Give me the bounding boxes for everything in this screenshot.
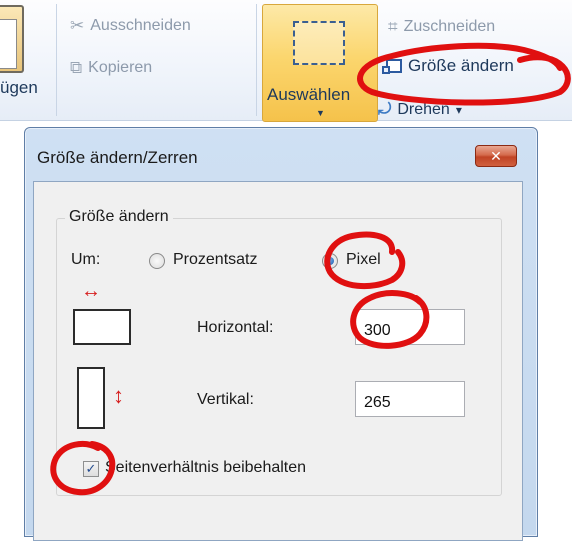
select-button[interactable]: Auswählen ▼ [262, 4, 378, 122]
copy-icon: ⧉ [70, 58, 83, 77]
resize-groupbox: Größe ändern Um: Prozentsatz Pixel ↔ Hor… [56, 208, 502, 496]
vertical-arrow-icon: ↕ [113, 383, 124, 408]
selection-rectangle-icon [293, 21, 345, 65]
copy-button[interactable]: ⧉ Kopieren [70, 58, 152, 78]
resize-label: Größe ändern [408, 56, 514, 75]
ribbon-toolbar: ügen ✂ Ausschneiden ⧉ Kopieren Auswählen… [0, 0, 572, 122]
resize-icon [382, 59, 402, 74]
groupbox-title: Größe ändern [65, 208, 173, 226]
scissors-icon: ✂ [70, 16, 85, 35]
crop-button[interactable]: ⌗ Zuschneiden [388, 17, 495, 37]
ribbon-separator [56, 4, 57, 116]
horizontal-label: Horizontal: [197, 319, 274, 336]
vertical-size-icon [77, 367, 105, 429]
resize-dialog: Größe ändern/Zerren ✕ Größe ändern Um: P… [24, 127, 538, 541]
horizontal-arrow-icon: ↔ [81, 280, 101, 302]
close-button[interactable]: ✕ [475, 145, 517, 167]
aspect-ratio-checkbox[interactable]: ✓ [83, 461, 99, 477]
dialog-title: Größe ändern/Zerren [37, 148, 198, 167]
rotate-label: Drehen [397, 101, 450, 118]
chevron-down-icon: ▾ [455, 103, 462, 117]
dialog-client-area: Größe ändern Um: Prozentsatz Pixel ↔ Hor… [33, 181, 523, 541]
radio-percent-label[interactable]: Prozentsatz [173, 251, 257, 269]
radio-pixel[interactable] [322, 253, 338, 269]
aspect-ratio-label[interactable]: Seitenverhältnis beibehalten [105, 459, 306, 477]
radio-percent[interactable] [149, 253, 165, 269]
rotate-button[interactable]: ⤾ Drehen ▾ [378, 101, 462, 119]
cut-button[interactable]: ✂ Ausschneiden [70, 16, 191, 36]
unit-label: Um: [71, 251, 101, 268]
radio-pixel-label[interactable]: Pixel [346, 251, 381, 269]
vertical-input[interactable] [355, 381, 465, 417]
horizontal-input[interactable] [355, 309, 465, 345]
paste-button-label[interactable]: ügen [0, 78, 38, 98]
copy-label: Kopieren [88, 59, 153, 76]
horizontal-size-icon [73, 309, 131, 345]
crop-icon: ⌗ [388, 17, 398, 36]
paste-clipboard-icon[interactable] [0, 5, 24, 73]
rotate-icon: ⤾ [378, 101, 392, 118]
resize-button[interactable]: Größe ändern [382, 56, 514, 76]
vertical-label: Vertikal: [197, 391, 254, 408]
close-icon: ✕ [490, 148, 502, 164]
select-button-label: Auswählen [267, 85, 351, 104]
crop-label: Zuschneiden [403, 18, 496, 35]
chevron-down-icon: ▼ [316, 108, 325, 118]
cut-label: Ausschneiden [90, 17, 191, 34]
ribbon-separator [256, 4, 257, 116]
